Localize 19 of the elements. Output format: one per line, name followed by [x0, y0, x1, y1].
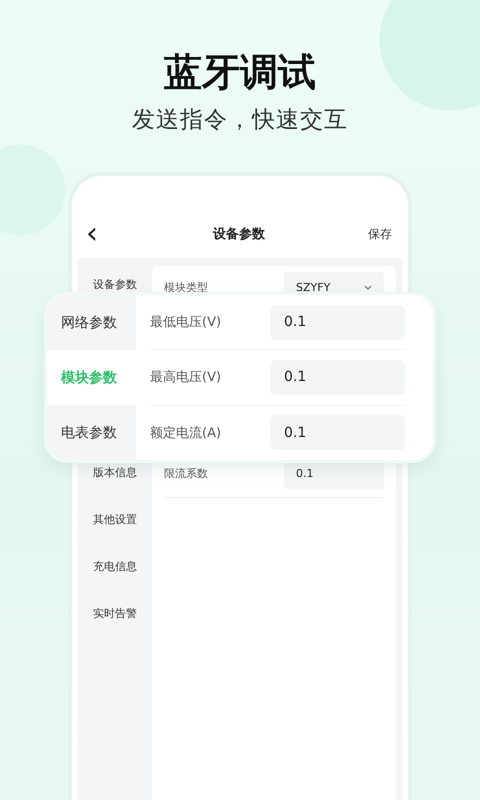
field-label: 限流系数: [164, 466, 209, 481]
caret-icon: [364, 284, 372, 290]
category-tab[interactable]: 电表参数: [47, 405, 136, 460]
headline: 蓝牙调试: [164, 49, 316, 96]
input-field[interactable]: 0.1: [270, 304, 405, 340]
input-field[interactable]: 0.1: [270, 360, 405, 395]
sidebar-item[interactable]: 充电信息: [78, 543, 152, 590]
field-label: 额定电流(A): [150, 424, 222, 442]
category-tab[interactable]: 网络参数: [47, 295, 136, 350]
back-button[interactable]: ‹: [86, 219, 126, 249]
field-label: 最高电压(V): [150, 369, 222, 386]
field-label: 模块类型: [164, 280, 209, 294]
subheadline: 发送指令，快速交互: [132, 106, 348, 135]
sidebar-item[interactable]: 实时告警: [78, 590, 152, 637]
field-label: 最低电压(V): [150, 314, 222, 332]
save-button[interactable]: 保存: [352, 226, 392, 242]
input-field[interactable]: 0.1: [270, 415, 405, 450]
sidebar-item[interactable]: 其他设置: [78, 496, 152, 543]
screen-title: 设备参数: [212, 226, 266, 243]
